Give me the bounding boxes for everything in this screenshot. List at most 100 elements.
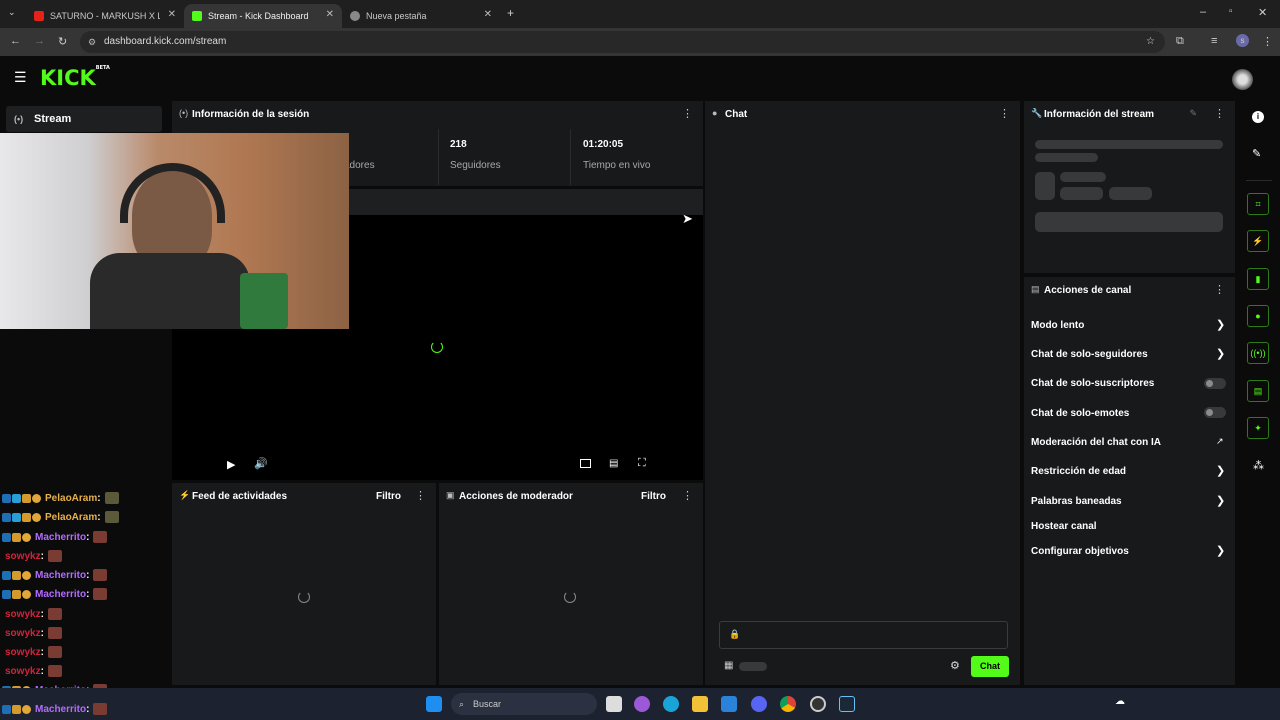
badge-icon xyxy=(32,493,41,503)
add-widget-icon[interactable]: ⁂ xyxy=(1253,459,1264,472)
chat-settings-icon[interactable]: ⚙ xyxy=(950,659,960,672)
external-link-icon[interactable]: ↗ xyxy=(1216,436,1224,447)
filter-button[interactable]: Filtro xyxy=(641,491,666,502)
chat-username: PelaoAram xyxy=(45,511,98,523)
action-age-restriction[interactable]: Restricción de edad xyxy=(1031,466,1126,477)
chat-input[interactable]: 🔒 xyxy=(719,621,1008,649)
sidebar-item-stream[interactable]: (•) Stream xyxy=(6,106,162,132)
emote-icon xyxy=(47,646,62,658)
maximize-icon[interactable]: ▫ xyxy=(1229,6,1233,17)
send-chat-button[interactable]: Chat xyxy=(971,656,1009,677)
hamburger-menu-icon[interactable]: ☰ xyxy=(14,69,27,86)
emotes-only-toggle[interactable] xyxy=(1204,407,1226,418)
discord-icon[interactable] xyxy=(751,696,767,712)
forward-icon[interactable]: → xyxy=(34,35,45,47)
panel-title: Información de la sesión xyxy=(192,109,310,120)
more-options-icon[interactable]: ⋮ xyxy=(999,107,1010,120)
profile-avatar-icon[interactable]: s xyxy=(1236,34,1249,47)
browser-tab-saturno[interactable]: SATURNO - MARKUSH X LIL RO ✕ xyxy=(26,4,184,28)
badge-icon xyxy=(2,704,11,714)
windows-start-icon[interactable] xyxy=(426,696,442,712)
wrench-panel-icon[interactable]: ✦ xyxy=(1247,417,1269,439)
extensions-icon[interactable]: ⧉ xyxy=(1176,35,1184,48)
pip-icon[interactable] xyxy=(580,459,591,468)
onedrive-icon[interactable]: ☁ xyxy=(1115,696,1125,707)
chevron-right-icon[interactable]: ❯ xyxy=(1216,544,1225,557)
store-panel-icon[interactable]: ▤ xyxy=(1247,380,1269,402)
emote-store-icon[interactable]: ▦ xyxy=(724,660,733,671)
chevron-right-icon[interactable]: ❯ xyxy=(1216,464,1225,477)
edit-icon[interactable]: ✎ xyxy=(1252,147,1261,160)
close-tab-icon[interactable]: ✕ xyxy=(484,9,492,20)
chat-panel-icon[interactable]: ● xyxy=(1247,305,1269,327)
browser-menu-icon[interactable]: ⋮ xyxy=(1262,35,1273,48)
chat-username: Macherrito xyxy=(35,703,87,715)
lightning-panel-icon[interactable]: ⚡ xyxy=(1247,230,1269,252)
edit-pencil-icon[interactable]: ✎ xyxy=(1189,108,1197,119)
broadcast-panel-icon[interactable]: ((•)) xyxy=(1247,342,1269,364)
chevron-right-icon[interactable]: ❯ xyxy=(1216,494,1225,507)
list-item: Macherrito: xyxy=(2,529,108,545)
site-info-icon[interactable]: ⚙ xyxy=(88,31,96,53)
chat-username: sowykz xyxy=(5,627,41,639)
more-options-icon[interactable]: ⋮ xyxy=(1214,283,1225,296)
action-emotes-only: Chat de solo-emotes xyxy=(1031,408,1130,419)
action-host-channel[interactable]: Hostear canal xyxy=(1031,521,1097,532)
action-banned-words[interactable]: Palabras baneadas xyxy=(1031,496,1122,507)
chevron-right-icon[interactable]: ❯ xyxy=(1216,318,1225,331)
kick-logo[interactable]: KICKBETA xyxy=(40,65,110,90)
minimize-icon[interactable]: – xyxy=(1200,6,1206,18)
steam-icon[interactable] xyxy=(839,696,855,712)
more-options-icon[interactable]: ⋮ xyxy=(1214,107,1225,120)
filter-button[interactable]: Filtro xyxy=(376,491,401,502)
more-options-icon[interactable]: ⋮ xyxy=(415,489,426,502)
browser-tab-kick[interactable]: Stream - Kick Dashboard ✕ xyxy=(184,4,342,28)
store-icon[interactable] xyxy=(721,696,737,712)
close-window-icon[interactable]: ✕ xyxy=(1258,6,1267,19)
action-ai-moderation[interactable]: Moderación del chat con IA xyxy=(1031,437,1161,448)
new-tab-icon[interactable]: + xyxy=(507,6,514,20)
copilot-icon[interactable] xyxy=(634,696,650,712)
panel-title: Chat xyxy=(725,109,748,120)
list-item: PelaoAram: xyxy=(2,490,119,506)
document-panel-icon[interactable]: ▮ xyxy=(1247,268,1269,290)
chat-colon: : xyxy=(86,569,90,581)
close-tab-icon[interactable]: ✕ xyxy=(168,9,176,20)
info-icon[interactable]: i xyxy=(1252,111,1264,123)
chrome-icon[interactable] xyxy=(780,696,796,712)
panel-title: Acciones de canal xyxy=(1044,285,1132,296)
user-avatar[interactable] xyxy=(1232,69,1253,90)
bookmark-star-icon[interactable]: ☆ xyxy=(1146,31,1155,53)
more-options-icon[interactable]: ⋮ xyxy=(682,489,693,502)
stat-value-live-time: 01:20:05 xyxy=(583,139,624,150)
action-followers-only[interactable]: Chat de solo-seguidores xyxy=(1031,349,1148,360)
streamer-headset xyxy=(120,163,225,223)
skeleton-button xyxy=(1035,212,1223,232)
search-icon: ⌕ xyxy=(459,699,465,709)
url-bar[interactable]: ⚙ dashboard.kick.com/stream ☆ xyxy=(80,31,1165,53)
action-slow-mode[interactable]: Modo lento xyxy=(1031,320,1084,331)
list-item: sowykz: xyxy=(2,606,62,622)
tab-list-icon[interactable]: ⌄ xyxy=(8,7,16,18)
browser-tab-new[interactable]: Nueva pestaña ✕ xyxy=(342,4,500,28)
back-icon[interactable]: ← xyxy=(10,35,21,47)
fullscreen-icon[interactable]: ⛶ xyxy=(638,457,646,470)
task-view-icon[interactable] xyxy=(606,696,622,712)
theater-mode-icon[interactable]: ▤ xyxy=(609,458,618,469)
chevron-right-icon[interactable]: ❯ xyxy=(1216,347,1225,360)
media-controls-icon[interactable]: ≡ xyxy=(1211,35,1217,47)
file-explorer-icon[interactable] xyxy=(692,696,708,712)
subscribers-only-toggle[interactable] xyxy=(1204,378,1226,389)
right-rail-divider xyxy=(1246,180,1272,181)
volume-icon[interactable]: 🔊 xyxy=(254,457,268,470)
play-icon[interactable]: ▶ xyxy=(227,458,235,471)
more-options-icon[interactable]: ⋮ xyxy=(682,107,693,120)
chat-colon: : xyxy=(97,511,101,523)
reload-icon[interactable]: ↻ xyxy=(58,35,67,48)
edge-icon[interactable] xyxy=(663,696,679,712)
close-tab-icon[interactable]: ✕ xyxy=(326,9,334,20)
obs-icon[interactable] xyxy=(810,696,826,712)
layout-focus-icon[interactable]: ⌗ xyxy=(1247,193,1269,215)
taskbar-search[interactable]: ⌕ Buscar xyxy=(451,693,597,715)
action-configure-goals[interactable]: Configurar objetivos xyxy=(1031,546,1129,557)
